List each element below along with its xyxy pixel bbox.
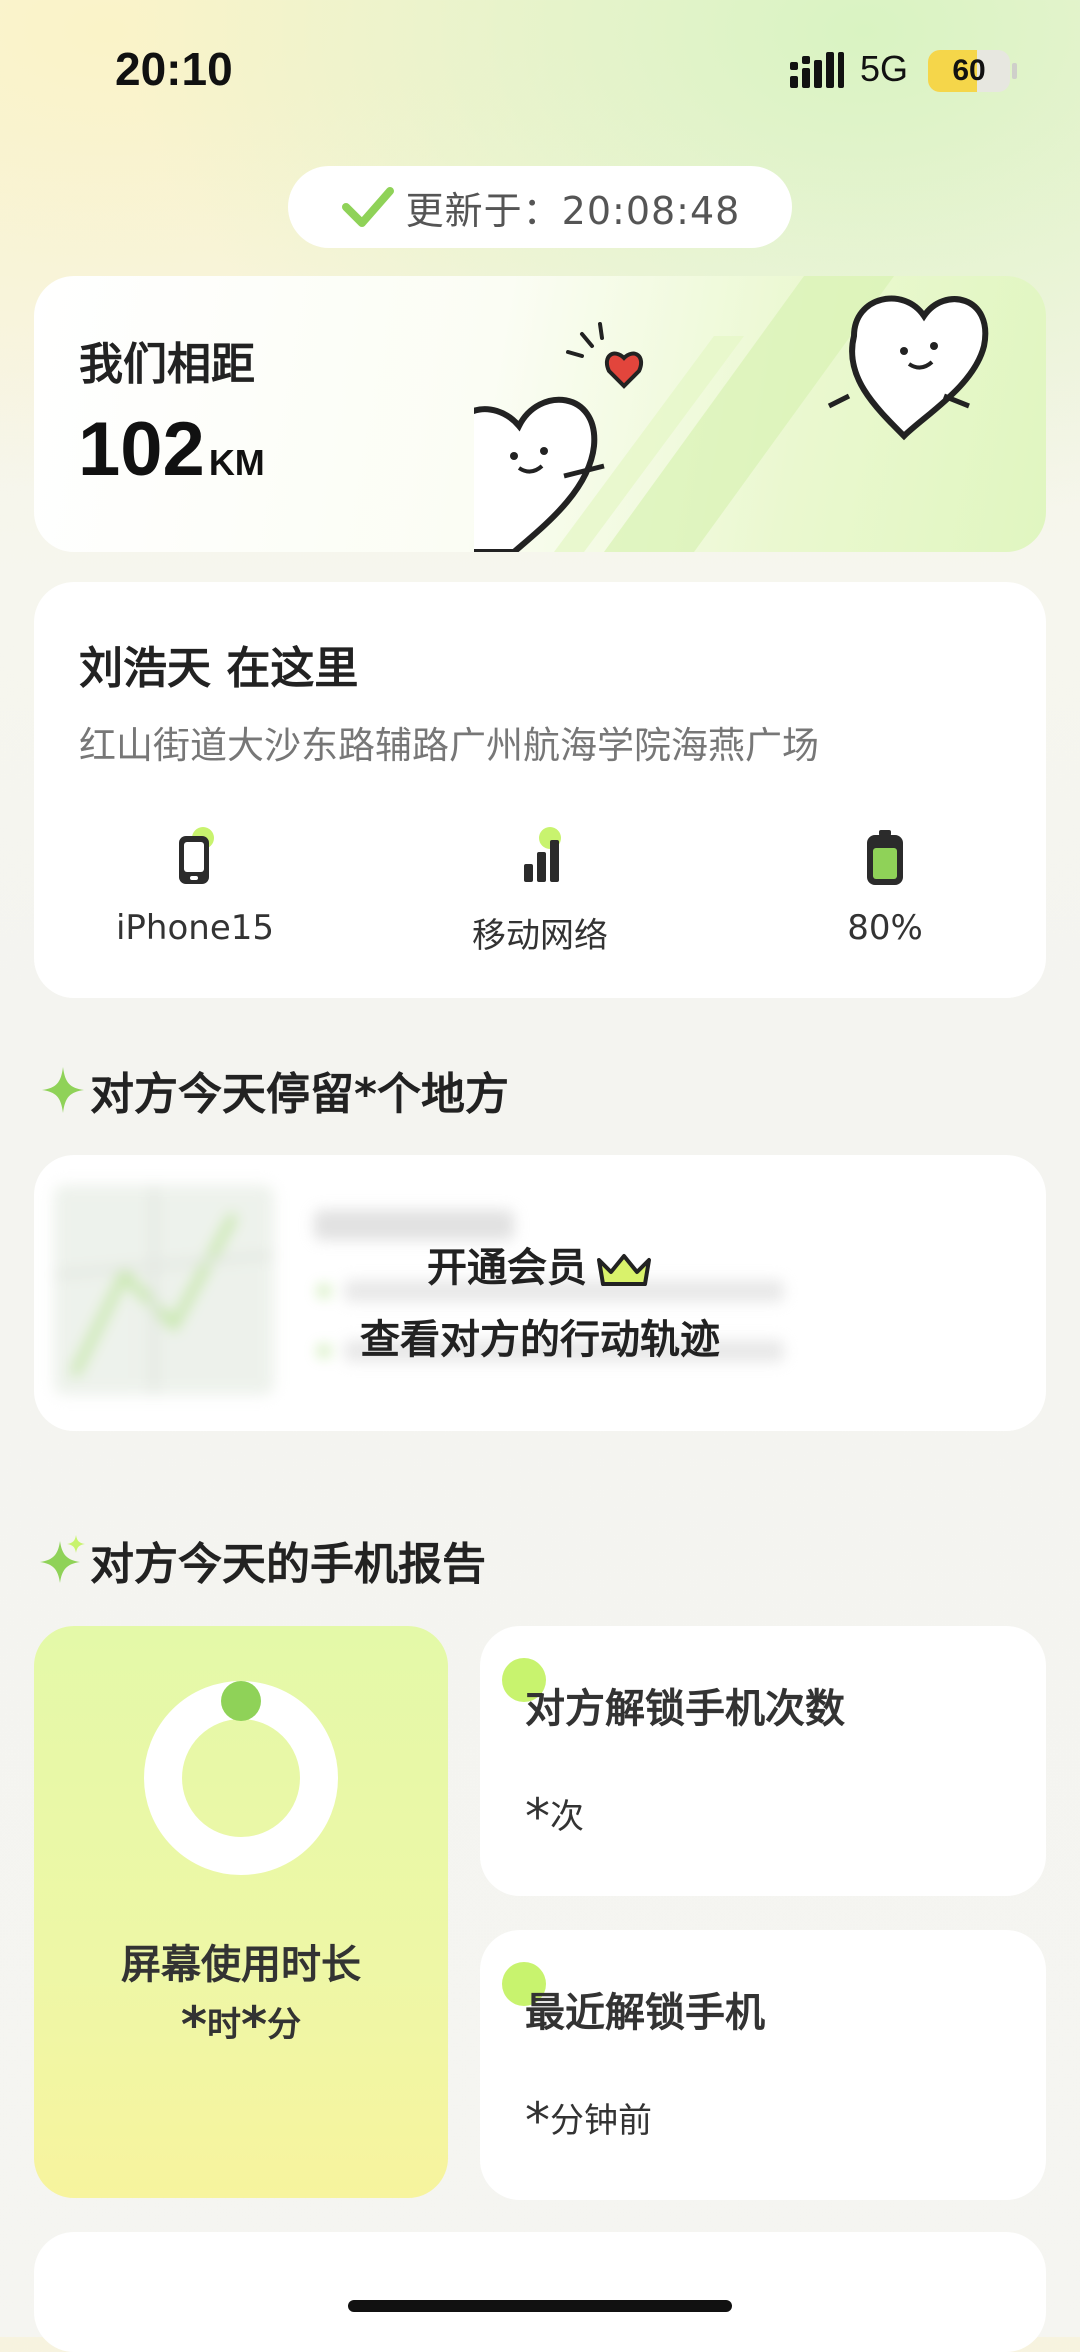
view-track-text: 查看对方的行动轨迹 [360, 1317, 720, 1363]
open-membership-row[interactable]: 开通会员 [34, 1235, 1046, 1293]
membership-cta[interactable]: 开通会员 查看对方的行动轨迹 [34, 1235, 1046, 1365]
couple-hearts-illustration [474, 276, 989, 552]
distance-value: 102 KM [78, 406, 265, 493]
last-unlock-title: 最近解锁手机 [525, 1990, 765, 2036]
unlock-count-mask: * [525, 1788, 550, 1846]
status-time: 20:10 [115, 43, 233, 95]
last-unlock-card[interactable]: 最近解锁手机 *分钟前 [480, 1930, 1046, 2200]
status-bar: 20:10 5G 60 [0, 0, 1080, 140]
last-unlock-value: *分钟前 [525, 2092, 652, 2150]
screen-time-label: 屏幕使用时长 [121, 1942, 361, 1988]
distance-number: 102 [78, 407, 205, 492]
battery-stat: 80% [755, 826, 1015, 948]
movement-track-card[interactable]: 开通会员 查看对方的行动轨迹 [34, 1155, 1046, 1431]
unlock-count-title: 对方解锁手机次数 [525, 1686, 845, 1732]
next-card-peek [34, 2232, 1046, 2352]
sparkle-icon [42, 1067, 84, 1113]
phone-icon [179, 827, 214, 884]
screen-time-ring-icon [144, 1681, 338, 1875]
distance-unit: KM [208, 442, 265, 483]
network-label: 移动网络 [472, 916, 608, 956]
device-model-label: iPhone15 [115, 908, 275, 948]
signal-bars-icon [524, 827, 561, 882]
partner-location-title: 刘浩天 在这里 [79, 643, 359, 694]
open-membership-text: 开通会员 [427, 1245, 587, 1291]
screen-time-minute-unit: 分 [267, 2005, 302, 2045]
screen-time-minutes: * [241, 1996, 268, 2054]
last-unlock-unit: 分钟前 [550, 2101, 652, 2141]
update-status-pill: 更新于：20:08:48 [288, 166, 792, 248]
report-title-text: 对方今天的手机报告 [90, 1539, 486, 1590]
location-card[interactable]: 刘浩天 在这里 红山街道大沙东路辅路广州航海学院海燕广场 iPhone15 移动… [34, 582, 1046, 998]
screen-time-hour-unit: 时 [207, 2005, 241, 2045]
home-indicator[interactable] [348, 2300, 732, 2312]
report-section-title: 对方今天的手机报告 [40, 1528, 486, 1592]
battery-indicator: 60 [928, 50, 1010, 92]
network-stat: 移动网络 [410, 826, 670, 957]
battery-level: 60 [952, 54, 986, 87]
location-address: 红山街道大沙东路辅路广州航海学院海燕广场 [79, 724, 819, 767]
crown-icon [597, 1254, 651, 1286]
distance-card: 我们相距 102 KM [34, 276, 1046, 552]
unlock-count-value: *次 [525, 1788, 584, 1846]
device-model-stat: iPhone15 [65, 826, 325, 948]
update-time-text: 更新于：20:08:48 [405, 188, 741, 233]
network-type: 5G [860, 48, 909, 89]
sparkle-icon [40, 1535, 85, 1583]
cellular-signal-icon [790, 52, 844, 88]
battery-label: 80% [847, 908, 923, 948]
distance-label: 我们相距 [79, 339, 255, 390]
places-section-title: 对方今天停留*个地方 [40, 1058, 509, 1122]
last-unlock-mask: * [525, 2092, 550, 2150]
unlock-count-unit: 次 [550, 1797, 584, 1837]
unlock-count-card[interactable]: 对方解锁手机次数 *次 [480, 1626, 1046, 1896]
battery-icon [867, 830, 903, 885]
check-icon [341, 187, 394, 227]
battery-cap [1012, 63, 1017, 79]
screen-time-value: *时*分 [34, 1996, 448, 2054]
places-title-text: 对方今天停留*个地方 [90, 1069, 510, 1120]
screen-time-hours: * [180, 1996, 207, 2054]
screen-time-card[interactable]: 屏幕使用时长 *时*分 [34, 1626, 448, 2198]
